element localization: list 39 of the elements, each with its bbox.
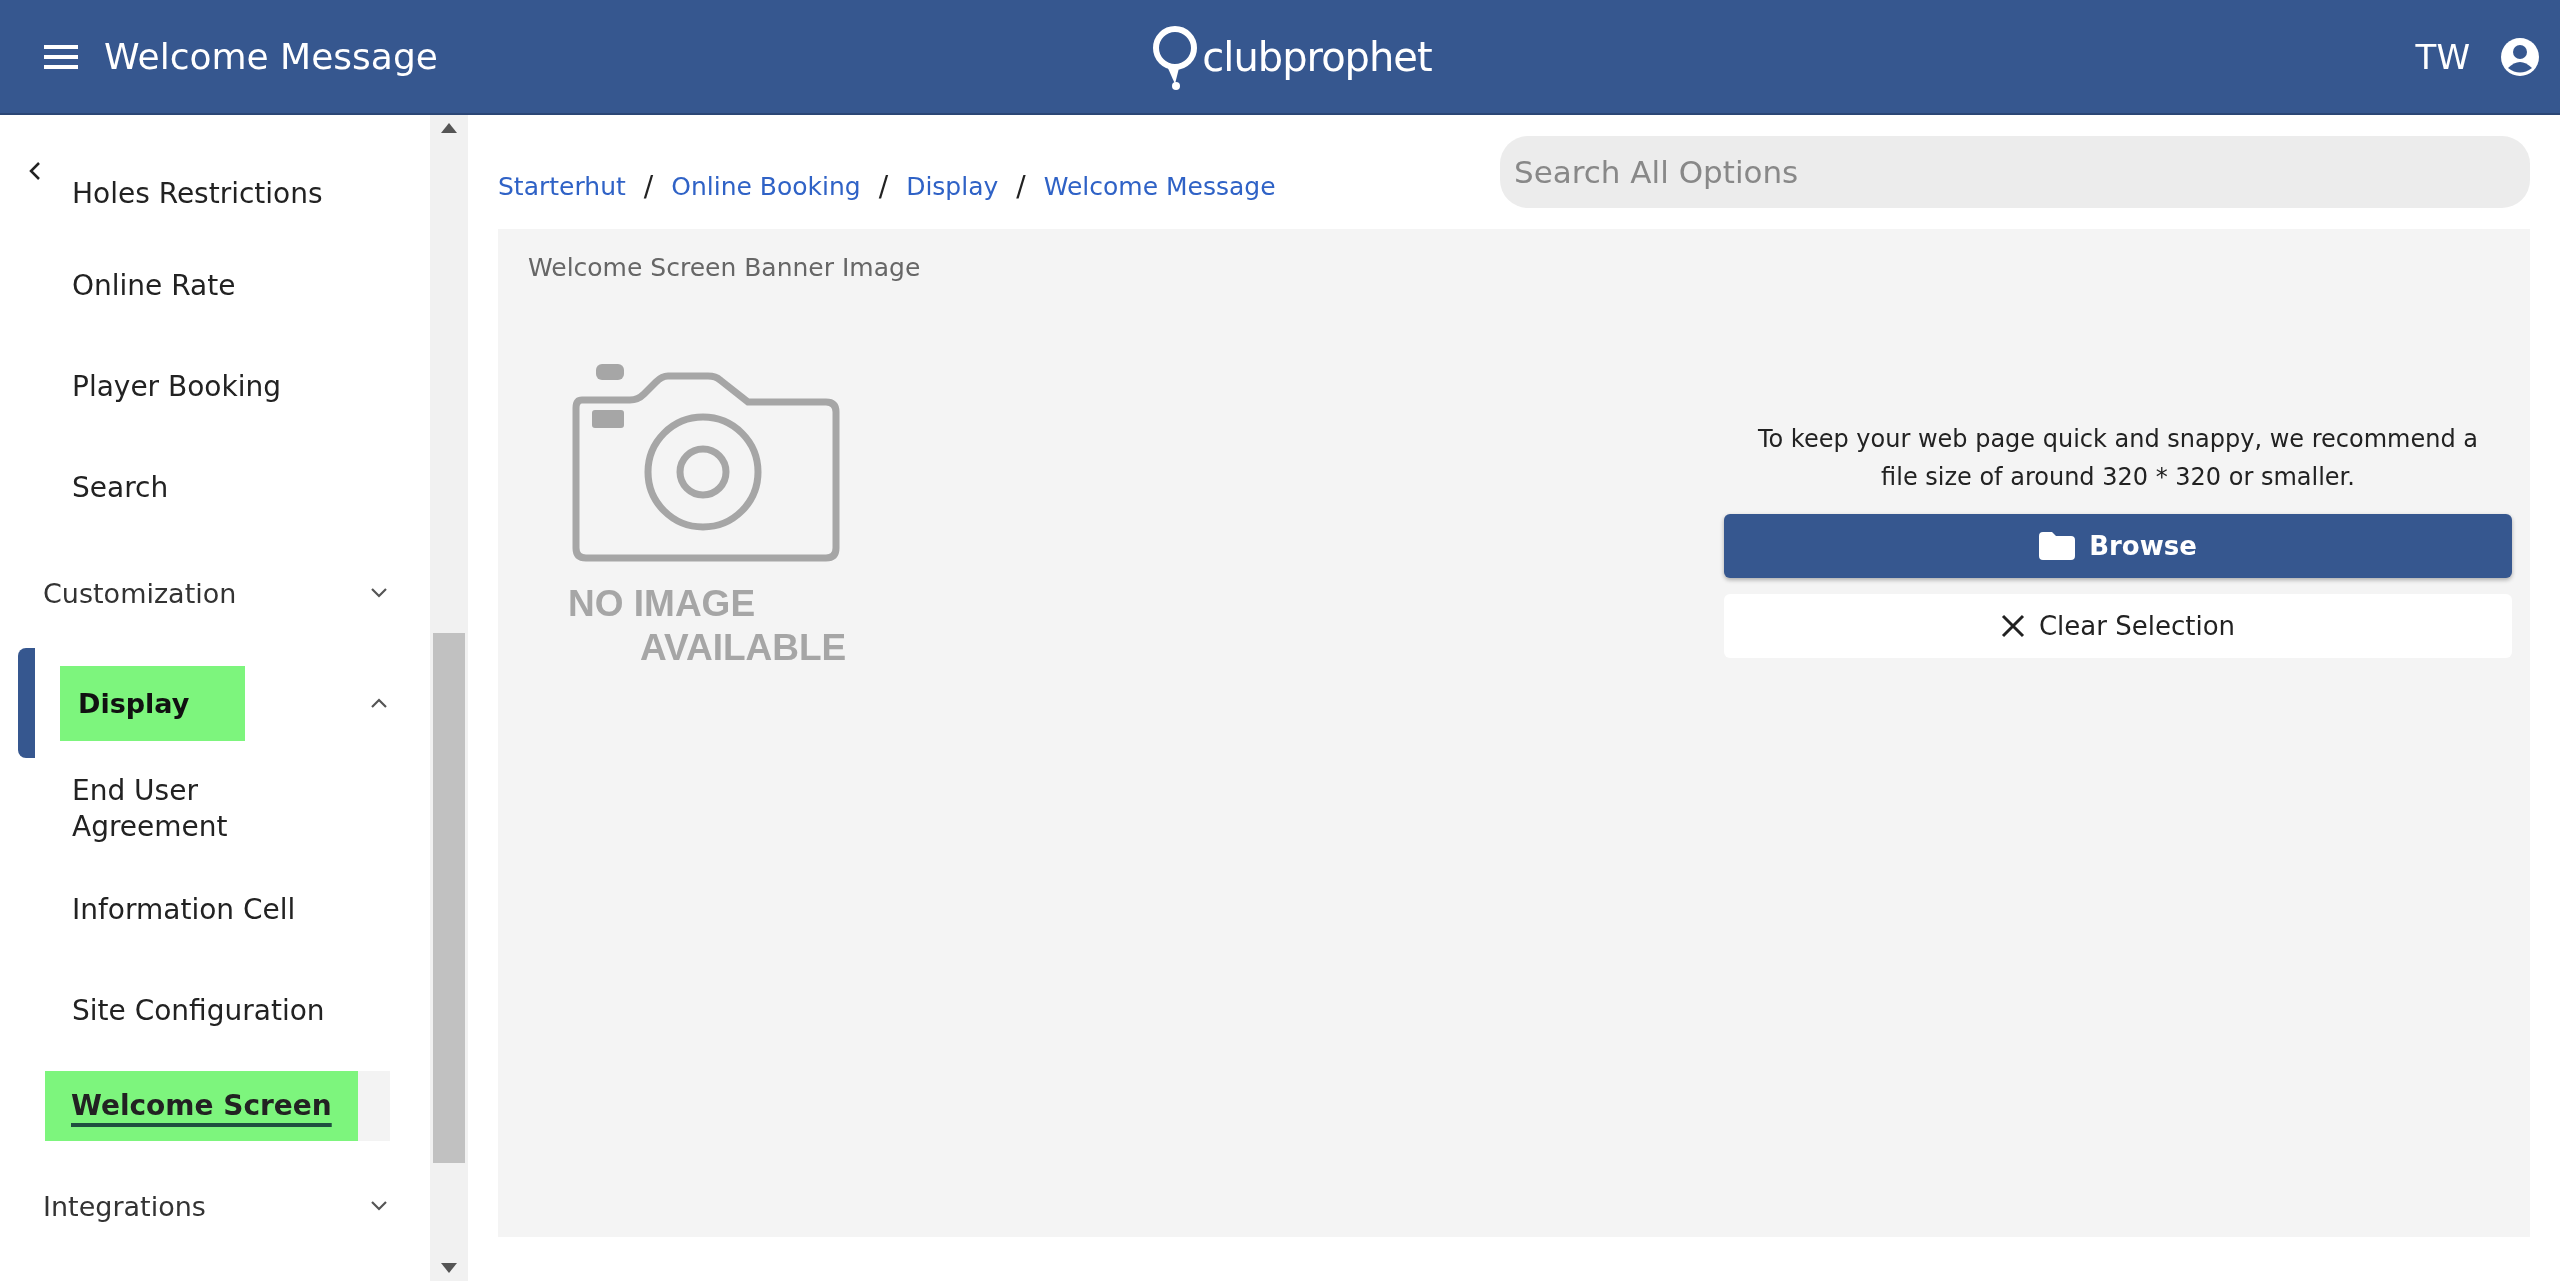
sidebar-item[interactable]: Holes Restrictions	[72, 176, 323, 212]
scroll-down-arrow-icon[interactable]	[441, 1263, 457, 1273]
chevron-up-icon[interactable]	[370, 697, 388, 709]
search-field[interactable]: Search All Options	[1500, 136, 2530, 208]
chevron-down-icon[interactable]	[370, 1200, 388, 1212]
sidebar-section[interactable]: Display	[60, 665, 246, 741]
no-image-text: NO IMAGE	[568, 582, 757, 626]
breadcrumb-link[interactable]: Welcome Message	[1043, 171, 1276, 201]
breadcrumb-link[interactable]: Online Booking	[671, 171, 861, 201]
clear-selection-button[interactable]: Clear Selection	[1724, 594, 2512, 658]
hint-text: To keep your web page quick and snappy, we recommend a file size of around 320 * 320 or smaller.	[1756, 424, 2479, 493]
breadcrumb-link[interactable]: Starterhut	[498, 171, 626, 201]
field-label: Welcome Screen Banner Image	[528, 253, 922, 282]
sidebar-section[interactable]: Customization	[43, 577, 237, 609]
sidebar-section[interactable]: Integrations	[43, 1190, 206, 1222]
breadcrumb-separator: /	[1016, 169, 1026, 203]
scroll-up-arrow-icon[interactable]	[441, 123, 457, 133]
sidebar-item[interactable]: Search	[72, 469, 169, 506]
breadcrumb-link[interactable]: Display	[906, 171, 999, 201]
page-title: Welcome Message	[104, 36, 438, 77]
chevron-down-icon[interactable]	[370, 587, 388, 599]
sidebar-item[interactable]: End User Agreement	[72, 772, 228, 845]
sidebar-item[interactable]: Player Booking	[72, 368, 281, 405]
scrollbar-thumb[interactable]	[433, 633, 465, 1163]
user-avatar-icon[interactable]	[2500, 36, 2540, 77]
browse-button[interactable]: Browse	[1724, 514, 2512, 578]
breadcrumb-separator: /	[878, 169, 889, 203]
sidebar-item[interactable]: Site Configuration	[72, 992, 325, 1029]
breadcrumb-separator: /	[643, 169, 654, 203]
user-initials: TW	[2415, 36, 2470, 77]
sidebar-item[interactable]: Online Rate	[72, 267, 236, 304]
sidebar-item[interactable]: Welcome Screen	[45, 1071, 358, 1141]
menu-icon[interactable]	[44, 43, 78, 70]
sidebar-item[interactable]: Information Cell	[72, 891, 296, 928]
no-image-text: AVAILABLE	[639, 626, 847, 670]
logo-text: clubprophet	[1202, 33, 1432, 80]
scrollbar[interactable]	[430, 115, 468, 1281]
close-icon	[2000, 614, 2025, 638]
folder-icon	[2039, 532, 2076, 560]
